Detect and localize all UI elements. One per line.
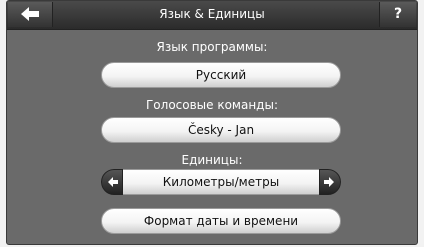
page-title: Язык & Единицы — [159, 7, 265, 21]
units-selector: Километры/метры — [101, 169, 341, 195]
title-bar: Язык & Единицы ? — [7, 1, 417, 30]
right-arrow-icon — [324, 177, 334, 187]
units-prev-button[interactable] — [101, 169, 123, 195]
units-value: Километры/метры — [162, 175, 280, 189]
units-next-button[interactable] — [319, 169, 341, 195]
help-button[interactable]: ? — [379, 2, 416, 27]
language-button[interactable]: Русский — [101, 62, 341, 88]
voice-button[interactable]: Česky - Jan — [101, 117, 341, 143]
voice-label: Голосовые команды: — [145, 98, 278, 112]
left-arrow-icon — [108, 177, 118, 187]
settings-window: Язык & Единицы ? Язык программы: Русский… — [6, 0, 418, 245]
language-label: Язык программы: — [156, 40, 268, 54]
date-time-format-button[interactable]: Формат даты и времени — [101, 208, 341, 234]
units-label: Единицы: — [181, 153, 243, 167]
